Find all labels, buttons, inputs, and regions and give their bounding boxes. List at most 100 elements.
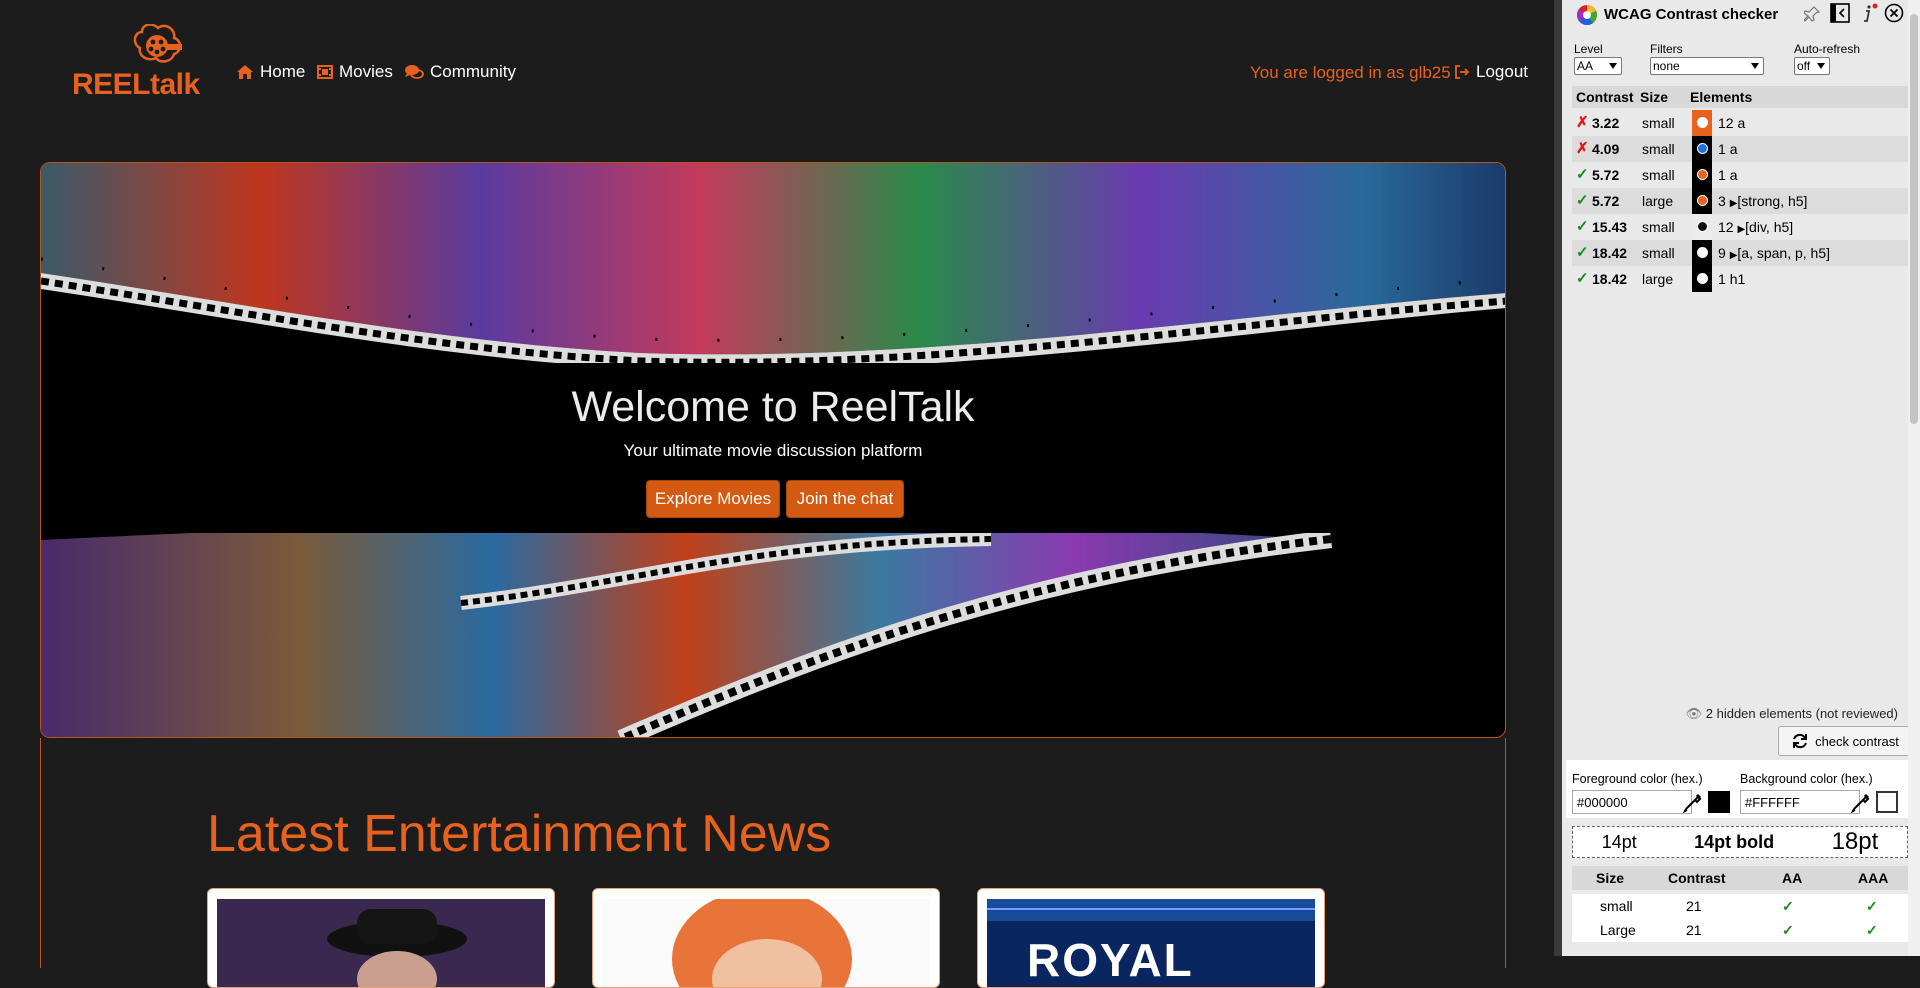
pass-check-icon: ✓	[1576, 270, 1589, 287]
aa-check-icon: ✓	[1782, 922, 1794, 938]
join-chat-button[interactable]: Join the chat	[786, 480, 904, 518]
result-row-large: Large 21 ✓ ✓	[1572, 918, 1908, 942]
eyedropper-icon[interactable]	[1850, 791, 1872, 813]
element-count: 1	[1718, 271, 1726, 287]
element-list[interactable]: 12 ▶[div, h5]	[1718, 219, 1793, 235]
level-select[interactable]: AA	[1574, 57, 1622, 75]
logo-text: REELtalk	[72, 68, 200, 101]
news-card[interactable]	[207, 888, 555, 988]
contrast-result-row[interactable]: ✓ 5.72 large 3 ▶[strong, h5]	[1572, 188, 1908, 214]
comments-icon	[405, 65, 424, 79]
fail-x-icon: ✗	[1576, 114, 1589, 131]
contrast-result-row[interactable]: ✗ 4.09 small 1 a	[1572, 136, 1908, 162]
element-tags: a	[1737, 115, 1746, 131]
element-list[interactable]: 1 h1	[1718, 271, 1745, 287]
foreground-dot	[1697, 117, 1708, 128]
hidden-note-text: 2 hidden elements (not reviewed)	[1705, 706, 1898, 721]
nav-community-label: Community	[430, 62, 516, 81]
contrast-result-row[interactable]: ✓ 18.42 large 1 h1	[1572, 266, 1908, 292]
background-swatch	[1692, 266, 1712, 292]
pass-check-icon: ✓	[1576, 166, 1589, 183]
hero-title: Welcome to ReelTalk	[571, 383, 975, 431]
nav-home[interactable]: Home	[236, 62, 305, 82]
element-count: 3	[1718, 193, 1726, 209]
news-card-image: ROYAL	[987, 899, 1315, 987]
col-elements: Elements	[1690, 89, 1753, 105]
eyedropper-icon[interactable]	[1682, 791, 1704, 813]
result-contrast: 21	[1686, 922, 1702, 938]
color-wheel-icon	[1577, 5, 1597, 25]
contrast-ratio: 18.42	[1592, 245, 1628, 261]
autorefresh-select[interactable]: off	[1794, 57, 1830, 75]
element-tags: [a, span, p, h5]	[1737, 245, 1831, 261]
info-icon[interactable]	[1858, 3, 1878, 23]
aaa-check-icon: ✓	[1866, 922, 1878, 938]
element-list[interactable]: 3 ▶[strong, h5]	[1718, 193, 1807, 209]
fg-color-input[interactable]: #000000	[1572, 790, 1692, 814]
element-count: 1	[1718, 167, 1726, 183]
news-card[interactable]: ROYAL	[977, 888, 1325, 988]
element-count: 1	[1718, 141, 1726, 157]
result-row-small: small 21 ✓ ✓	[1572, 894, 1908, 918]
nav-home-label: Home	[260, 62, 306, 81]
nav-community[interactable]: Community	[404, 62, 516, 82]
col-size: Size	[1640, 89, 1669, 105]
element-count: 12	[1718, 219, 1734, 235]
result-contrast: 21	[1686, 898, 1702, 914]
rcol-size: Size	[1596, 870, 1625, 886]
reeltalk-logo[interactable]: REELtalk	[72, 24, 202, 102]
autorefresh-label: Auto-refresh	[1794, 42, 1861, 56]
foreground-dot	[1697, 195, 1708, 206]
bg-color-input[interactable]: #FFFFFF	[1740, 790, 1860, 814]
contrast-result-row[interactable]: ✗ 3.22 small 12 a	[1572, 110, 1908, 136]
news-title: Latest Entertainment News	[207, 805, 832, 863]
hidden-elements-note: 👁 2 hidden elements (not reviewed)	[1686, 706, 1898, 722]
text-size: large	[1642, 271, 1674, 287]
contrast-result-row[interactable]: ✓ 15.43 small 12 ▶[div, h5]	[1572, 214, 1908, 240]
pin-icon[interactable]	[1804, 6, 1820, 22]
background-swatch	[1692, 240, 1712, 266]
text-size: small	[1642, 115, 1675, 131]
bg-color-swatch[interactable]	[1876, 791, 1898, 813]
news-card[interactable]	[592, 888, 940, 988]
element-list[interactable]: 1 a	[1718, 167, 1737, 183]
nav-movies[interactable]: Movies	[317, 62, 393, 82]
rcol-aa: AA	[1782, 870, 1803, 886]
royal-text: ROYAL	[1027, 934, 1194, 986]
contrast-result-row[interactable]: ✓ 5.72 small 1 a	[1572, 162, 1908, 188]
text-size: small	[1642, 141, 1675, 157]
panel-scrollbar[interactable]	[1908, 0, 1920, 956]
contrast-ratio: 18.42	[1592, 271, 1628, 287]
close-icon[interactable]	[1884, 3, 1904, 23]
logout-label: Logout	[1476, 62, 1528, 81]
foreground-dot	[1697, 247, 1708, 258]
sample-14pt-bold: 14pt bold	[1694, 831, 1775, 852]
background-swatch	[1692, 188, 1712, 214]
result-size: small	[1600, 898, 1633, 914]
element-count: 12	[1718, 115, 1734, 131]
filters-label: Filters	[1650, 42, 1683, 56]
foreground-dot	[1697, 273, 1708, 284]
explore-movies-button[interactable]: Explore Movies	[646, 480, 780, 518]
website-page: REELtalk Home Movies Community You are l…	[0, 0, 1554, 988]
check-contrast-button[interactable]: check contrast	[1778, 726, 1912, 756]
element-list[interactable]: 1 a	[1718, 141, 1737, 157]
news-section: Latest Entertainment News ROYAL	[40, 738, 1506, 988]
contrast-ratio: 3.22	[1592, 115, 1620, 131]
scrollbar-thumb[interactable]	[1910, 14, 1918, 424]
sample-18pt: 18pt	[1831, 828, 1879, 855]
film-reel-logo-icon	[133, 24, 182, 63]
filters-select[interactable]: none	[1650, 57, 1764, 75]
text-size: large	[1642, 193, 1674, 209]
refresh-icon	[1793, 733, 1808, 749]
element-list[interactable]: 9 ▶[a, span, p, h5]	[1718, 245, 1830, 261]
element-tags: [div, h5]	[1745, 219, 1794, 235]
contrast-result-row[interactable]: ✓ 18.42 small 9 ▶[a, span, p, h5]	[1572, 240, 1908, 266]
rcol-contrast: Contrast	[1668, 870, 1726, 886]
fg-color-swatch[interactable]	[1708, 791, 1730, 813]
sample-14pt: 14pt	[1601, 831, 1637, 852]
dock-side-icon[interactable]	[1830, 3, 1850, 23]
element-list[interactable]: 12 a	[1718, 115, 1745, 131]
level-label: Level	[1574, 42, 1603, 56]
logout-link[interactable]: Logout	[1454, 62, 1528, 82]
